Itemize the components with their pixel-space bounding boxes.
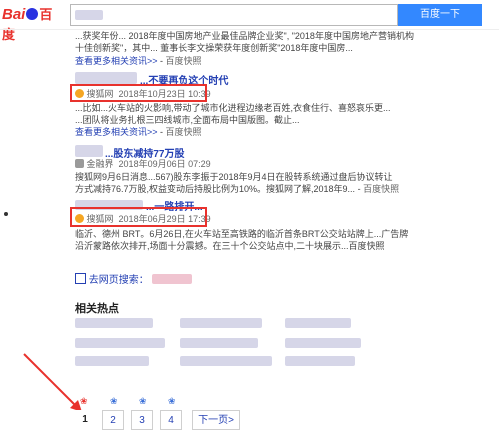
related-item-4[interactable] [75,338,165,348]
search-page-icon [75,273,86,284]
search-input[interactable] [70,4,398,26]
related-item-8[interactable] [180,356,272,366]
result2-snippet-line2: ...团队将业务扎根三四线城市,全面布局中国版图。截止... [75,115,300,125]
result2-more-link[interactable]: 查看更多相关资讯>> - 百度快照 [75,126,202,138]
paw-icon-3: ❀ [139,396,147,406]
result3-snippet-line1: 搜狐网9月6日消息...567)股东李振于2018年9月4日在股转系统通过盘后协… [75,172,393,182]
search-button[interactable]: 百度一下 [398,4,482,26]
related-item-9[interactable] [285,356,355,366]
paw-icon-1: ❀ [80,396,88,406]
result4-snippet-line1: 临沂、德州 BRT。6月26日,在火车站至高铁路的临沂首条BRT公交站站牌上..… [75,229,409,239]
result4-snippet-line2: 沿沂蒙路依次排开,场面十分震撼。在三十个公交站点中,二十块展示...百度快照 [75,241,385,251]
related-heading: 相关热点 [75,303,119,315]
related-item-5[interactable] [180,338,258,348]
related-item-3[interactable] [285,318,351,328]
related-item-2[interactable] [180,318,262,328]
result1-more-link[interactable]: 查看更多相关资讯>> - 百度快照 [75,55,202,67]
paw-icon-2: ❀ [110,396,118,406]
bullet-dot [4,212,8,216]
baidu-logo[interactable]: Bai 百度 [2,4,64,42]
page-1-current: 1 [74,410,96,430]
result3-meta: 金融界 2018年09月06日 07:29 [75,158,211,170]
page-3-button[interactable]: 3 [131,410,153,430]
result1-snippet-line1: ...获奖年份... 2018年度中国房地产业最佳品牌企业奖", "2018年度… [75,31,414,41]
highlight-box-2 [70,207,207,227]
result2-thumbnail [75,72,137,84]
next-page-button[interactable]: 下一页> [192,410,240,430]
source-icon [75,159,84,168]
paw-icon-4: ❀ [168,396,176,406]
search-query-blurred [75,10,103,20]
result3-snippet-line2: 方式减持76.7万股,权益变动后持股比例为10%。搜狐网了解,2018年9...… [75,184,400,194]
paw-icon [26,8,39,20]
related-item-6[interactable] [285,338,361,348]
related-item-1[interactable] [75,318,153,328]
page-4-button[interactable]: 4 [160,410,182,430]
highlight-box-1 [70,84,207,102]
goto-search-link[interactable]: 去网页搜索： [75,271,192,286]
result1-snippet-line2: 十佳创新奖"，其中... 董事长李文操荣获年度创新奖"2018年度中国房... [75,43,353,53]
result2-snippet-line1: ...比如...火车站的火影响,带动了城市化进程边缘老百姓,衣食住行、喜怒哀乐更… [75,103,391,113]
page-2-button[interactable]: 2 [102,410,124,430]
logo-bai: Bai [2,6,26,23]
goto-query-blurred [151,274,192,284]
result3-thumbnail [75,145,103,157]
